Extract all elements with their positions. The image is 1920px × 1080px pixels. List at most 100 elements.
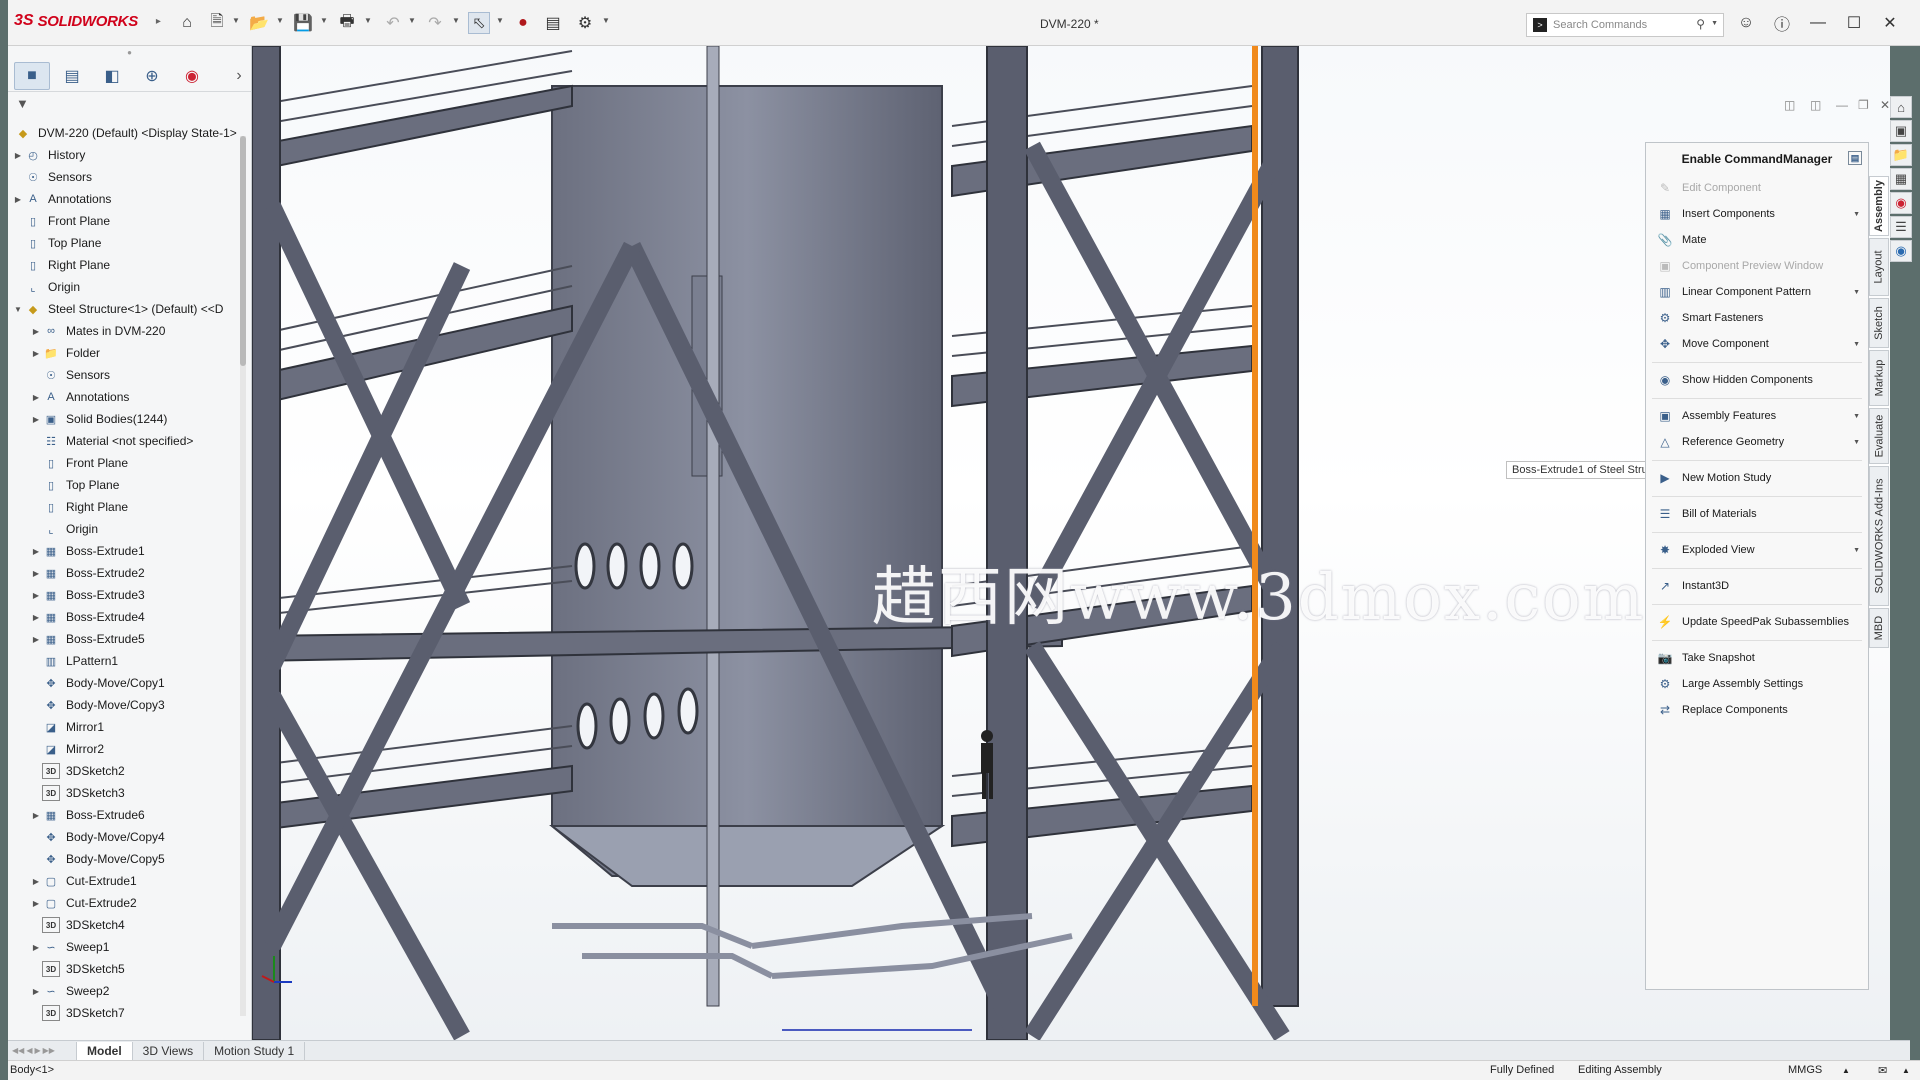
tree-item[interactable]: ◪ Mirror1 bbox=[8, 716, 244, 738]
file-explorer-icon[interactable]: 📁 bbox=[1890, 144, 1912, 166]
minimize-icon[interactable]: — bbox=[1806, 12, 1830, 34]
home-task-icon[interactable]: ⌂ bbox=[1890, 96, 1912, 118]
view-palette-icon[interactable]: ▦ bbox=[1890, 168, 1912, 190]
custom-properties-icon[interactable]: ☰ bbox=[1890, 216, 1912, 238]
expand-arrow-icon[interactable]: ▶ bbox=[30, 327, 42, 336]
vertical-tab[interactable]: Markup bbox=[1869, 350, 1889, 406]
command-dropdown-icon[interactable]: ▼ bbox=[1853, 439, 1860, 446]
tree-item[interactable]: 3D 3DSketch3 bbox=[8, 782, 244, 804]
command-manager-title[interactable]: Enable CommandManager bbox=[1682, 152, 1833, 166]
logo-menu-arrow-icon[interactable]: ▸ bbox=[156, 16, 161, 27]
tree-item[interactable]: ▶ 📁 Folder bbox=[8, 342, 244, 364]
appearances-icon[interactable]: ◉ bbox=[1890, 192, 1912, 214]
tree-item[interactable]: ▶ ◴ History bbox=[8, 144, 244, 166]
expand-arrow-icon[interactable]: ▶ bbox=[30, 877, 42, 886]
vertical-tab[interactable]: Evaluate bbox=[1869, 408, 1889, 464]
command-item[interactable]: △ Reference Geometry ▼ bbox=[1646, 429, 1868, 455]
new-dropdown-icon[interactable]: ▼ bbox=[232, 16, 240, 25]
undo-dropdown-icon[interactable]: ▼ bbox=[408, 16, 416, 25]
feature-manager-tab-icon[interactable]: ■ bbox=[14, 61, 50, 90]
expand-arrow-icon[interactable]: ▶ bbox=[30, 569, 42, 578]
viewport-restore-icon[interactable]: ❐ bbox=[1858, 98, 1869, 112]
panel-grip-icon[interactable]: ● bbox=[8, 46, 251, 60]
command-item[interactable]: 📷 Take Snapshot bbox=[1646, 645, 1868, 671]
tree-item[interactable]: ☉ Sensors bbox=[8, 166, 244, 188]
search-icon[interactable]: ⚲ bbox=[1696, 17, 1705, 31]
expand-arrow-icon[interactable]: ▶ bbox=[30, 591, 42, 600]
expand-arrow-icon[interactable]: ▶ bbox=[30, 547, 42, 556]
options-dropdown-icon[interactable]: ▼ bbox=[602, 16, 610, 25]
solidworks-forum-icon[interactable]: ◉ bbox=[1890, 240, 1912, 262]
viewport-close-icon[interactable]: ✕ bbox=[1880, 98, 1890, 112]
tree-item[interactable]: ▼ ◆ Steel Structure<1> (Default) <<D bbox=[8, 298, 244, 320]
first-tab-icon[interactable]: ◀◀ bbox=[12, 1046, 24, 1055]
maximize-icon[interactable]: ☐ bbox=[1842, 12, 1866, 34]
tree-item[interactable]: ▶ ▦ Boss-Extrude3 bbox=[8, 584, 244, 606]
vertical-tab[interactable]: Layout bbox=[1869, 238, 1889, 296]
solidworks-logo[interactable]: 3S SOLIDWORKS ▸ bbox=[14, 12, 161, 30]
traffic-light-icon[interactable]: ● bbox=[512, 12, 534, 34]
vertical-tab[interactable]: Sketch bbox=[1869, 298, 1889, 348]
tab-motion-study[interactable]: Motion Study 1 bbox=[204, 1041, 306, 1060]
status-units[interactable]: MMGS bbox=[1788, 1064, 1822, 1076]
tree-item[interactable]: 3D 3DSketch4 bbox=[8, 914, 244, 936]
tree-item[interactable]: ▶ ▦ Boss-Extrude4 bbox=[8, 606, 244, 628]
tree-item[interactable]: ▶ A Annotations bbox=[8, 386, 244, 408]
tree-item[interactable]: ▯ Right Plane bbox=[8, 496, 244, 518]
next-tab-icon[interactable]: ▶ bbox=[34, 1046, 40, 1055]
select-cursor-icon[interactable]: ⬁ bbox=[468, 12, 490, 34]
tree-item[interactable]: ◪ Mirror2 bbox=[8, 738, 244, 760]
open-dropdown-icon[interactable]: ▼ bbox=[276, 16, 284, 25]
tree-item[interactable]: ▶ ▦ Boss-Extrude6 bbox=[8, 804, 244, 826]
tree-item[interactable]: 3D 3DSketch5 bbox=[8, 958, 244, 980]
expand-arrow-icon[interactable]: ▶ bbox=[30, 987, 42, 996]
redo-icon[interactable]: ↷ bbox=[424, 12, 446, 34]
tree-item[interactable]: ▶ ▣ Solid Bodies(1244) bbox=[8, 408, 244, 430]
vertical-tab[interactable]: Assembly bbox=[1869, 176, 1889, 236]
tree-item[interactable]: ☷ Material <not specified> bbox=[8, 430, 244, 452]
redo-dropdown-icon[interactable]: ▼ bbox=[452, 16, 460, 25]
expand-arrow-icon[interactable]: ▶ bbox=[30, 811, 42, 820]
command-dropdown-icon[interactable]: ▼ bbox=[1853, 289, 1860, 296]
tree-item[interactable]: ⌞ Origin bbox=[8, 276, 244, 298]
more-tabs-icon[interactable]: › bbox=[228, 62, 250, 90]
expand-arrow-icon[interactable]: ▶ bbox=[30, 899, 42, 908]
expand-arrow-icon[interactable]: ▶ bbox=[30, 635, 42, 644]
rebuild-status-icon[interactable]: ✉ bbox=[1878, 1064, 1887, 1077]
tree-item[interactable]: 3D 3DSketch2 bbox=[8, 760, 244, 782]
expand-arrow-icon[interactable]: ▶ bbox=[30, 415, 42, 424]
tree-item[interactable]: ✥ Body-Move/Copy3 bbox=[8, 694, 244, 716]
tree-item[interactable]: ✥ Body-Move/Copy5 bbox=[8, 848, 244, 870]
tree-item[interactable]: ▯ Front Plane bbox=[8, 452, 244, 474]
save-dropdown-icon[interactable]: ▼ bbox=[320, 16, 328, 25]
command-item[interactable]: ✸ Exploded View ▼ bbox=[1646, 537, 1868, 563]
command-item[interactable]: 📎 Mate bbox=[1646, 227, 1868, 253]
tree-item[interactable]: ▯ Top Plane bbox=[8, 474, 244, 496]
command-item[interactable]: ⚙ Large Assembly Settings bbox=[1646, 671, 1868, 697]
command-item[interactable]: ↗ Instant3D bbox=[1646, 573, 1868, 599]
command-dropdown-icon[interactable]: ▼ bbox=[1853, 341, 1860, 348]
status-menu-icon[interactable]: ▲ bbox=[1902, 1066, 1910, 1075]
command-item[interactable]: ✥ Move Component ▼ bbox=[1646, 331, 1868, 357]
viewport-tile-icon[interactable]: ◫ bbox=[1784, 98, 1795, 112]
tree-item[interactable]: ▶ ▢ Cut-Extrude1 bbox=[8, 870, 244, 892]
filter-icon[interactable]: ▼ bbox=[8, 92, 251, 114]
tree-item[interactable]: ▶ ▦ Boss-Extrude2 bbox=[8, 562, 244, 584]
new-document-icon[interactable]: 🗎 bbox=[206, 12, 228, 34]
configuration-manager-tab-icon[interactable]: ◧ bbox=[94, 62, 130, 90]
command-dropdown-icon[interactable]: ▼ bbox=[1853, 547, 1860, 554]
file-properties-icon[interactable]: ▤ bbox=[542, 12, 564, 34]
dimxpert-manager-tab-icon[interactable]: ⊕ bbox=[134, 62, 170, 90]
command-item[interactable]: ⚡ Update SpeedPak Subassemblies bbox=[1646, 609, 1868, 635]
expand-arrow-icon[interactable]: ▶ bbox=[30, 613, 42, 622]
command-dropdown-icon[interactable]: ▼ bbox=[1853, 413, 1860, 420]
prev-tab-icon[interactable]: ◀ bbox=[26, 1046, 32, 1055]
tab-navigation-arrows[interactable]: ◀◀ ◀ ▶ ▶▶ bbox=[8, 1046, 76, 1055]
command-item[interactable]: ⇄ Replace Components bbox=[1646, 697, 1868, 723]
help-icon[interactable]: ⓘ bbox=[1770, 12, 1794, 34]
tree-item[interactable]: ▯ Front Plane bbox=[8, 210, 244, 232]
units-dropdown-icon[interactable]: ▲ bbox=[1842, 1066, 1850, 1075]
print-dropdown-icon[interactable]: ▼ bbox=[364, 16, 372, 25]
tree-item[interactable]: ⌞ Origin bbox=[8, 518, 244, 540]
tree-scrollbar[interactable] bbox=[240, 136, 246, 1016]
